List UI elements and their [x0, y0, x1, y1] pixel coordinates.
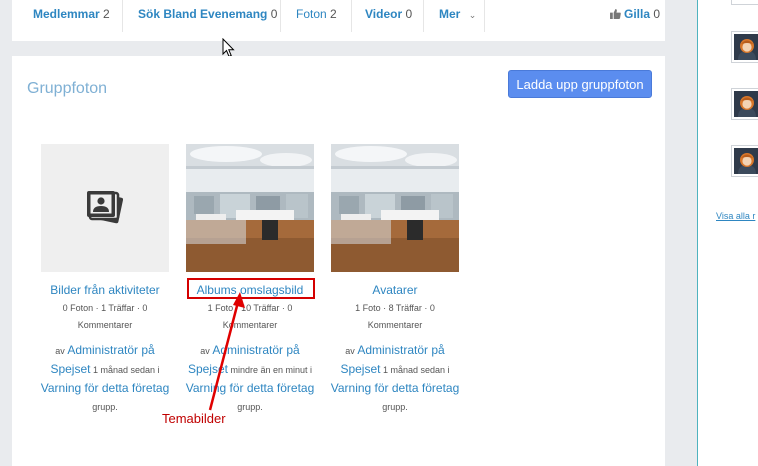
- author-link[interactable]: Administratör på: [357, 343, 444, 357]
- nav-divider: [280, 0, 281, 32]
- user-avatar-icon: [734, 148, 758, 174]
- album-title-link[interactable]: Avatarer: [320, 283, 470, 297]
- album-byline: av Administratör på Spejset 1 månad seda…: [30, 341, 180, 416]
- byline-suffix: grupp.: [92, 402, 118, 412]
- nav-divider: [423, 0, 424, 32]
- member-avatar[interactable]: [731, 31, 758, 63]
- upload-group-photos-button[interactable]: Ladda upp gruppfoton: [508, 70, 652, 98]
- nav-divider: [122, 0, 123, 32]
- user-avatar-icon: [734, 91, 758, 117]
- album-thumbnail[interactable]: [41, 144, 169, 272]
- nav-tab-members[interactable]: Medlemmar 2: [33, 0, 110, 28]
- members-panel: [697, 0, 758, 466]
- nav-tab-photos[interactable]: Foton 2: [296, 0, 337, 28]
- album-stats: 1 Foto · 8 Träffar · 0: [355, 303, 435, 313]
- nav-tab-videos[interactable]: Videor 0: [365, 0, 412, 28]
- member-avatar[interactable]: [731, 88, 758, 120]
- nav-divider: [351, 0, 352, 32]
- office-photo: [331, 144, 459, 272]
- album-time: 1 månad sedan i: [383, 365, 450, 375]
- annotation-arrow-icon: [208, 292, 245, 411]
- album-stats: 0 Foton · 1 Träffar · 0: [62, 303, 148, 313]
- office-photo: [186, 144, 314, 272]
- see-all-link[interactable]: Visa alla r: [716, 211, 755, 221]
- photos-stack-icon: [87, 191, 124, 224]
- nav-divider: [484, 0, 485, 32]
- author-group-link[interactable]: Spejset: [50, 362, 90, 376]
- author-group-link[interactable]: Spejset: [340, 362, 380, 376]
- user-avatar-icon: [734, 34, 758, 60]
- avatar[interactable]: [731, 0, 758, 5]
- annotation-label: Temabilder: [162, 411, 226, 426]
- chevron-down-icon: ⌄: [468, 10, 477, 20]
- group-link[interactable]: Varning för detta företag: [331, 381, 460, 395]
- album-thumbnail[interactable]: [186, 144, 314, 272]
- section-title: Gruppfoton: [27, 80, 108, 97]
- nav-tab-events[interactable]: Sök Bland Evenemang 0: [138, 0, 277, 28]
- nav-tab-more[interactable]: Mer ⌄: [439, 0, 476, 28]
- album-stats: 1 Foto · 10 Träffar · 0: [207, 303, 293, 313]
- byline-suffix: grupp.: [382, 402, 408, 412]
- group-link[interactable]: Varning för detta företag: [41, 381, 170, 395]
- album-stats: Kommentarer: [222, 320, 278, 330]
- album-title-link[interactable]: Bilder från aktiviteter: [30, 283, 180, 297]
- like-button[interactable]: Gilla 0: [610, 0, 660, 28]
- member-avatar[interactable]: [731, 145, 758, 177]
- group-nav-bar: Medlemmar 2 Sök Bland Evenemang 0 Foton …: [12, 0, 665, 41]
- byline-prefix: av: [55, 346, 65, 356]
- thumbs-up-icon: [610, 9, 621, 19]
- byline-prefix: av: [345, 346, 355, 356]
- album-stats: Kommentarer: [77, 320, 133, 330]
- mouse-cursor-icon: [222, 38, 235, 58]
- author-link[interactable]: Administratör på: [67, 343, 154, 357]
- album-time: 1 månad sedan i: [93, 365, 160, 375]
- album-stats: Kommentarer: [367, 320, 423, 330]
- album-thumbnail[interactable]: [331, 144, 459, 272]
- album-byline: av Administratör på Spejset mindre än en…: [175, 341, 325, 416]
- album-byline: av Administratör på Spejset 1 månad seda…: [320, 341, 470, 416]
